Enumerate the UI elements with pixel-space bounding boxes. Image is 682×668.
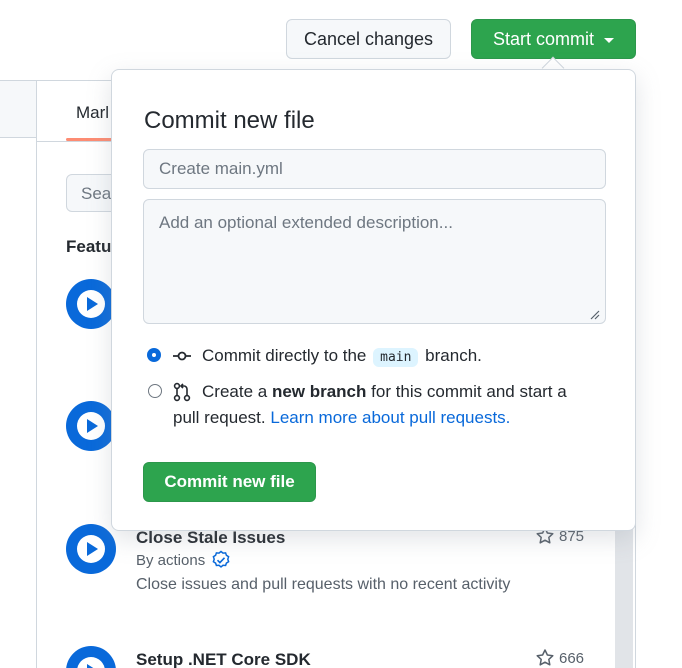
git-pull-request-icon <box>173 382 191 402</box>
learn-more-link[interactable]: Learn more about pull requests. <box>270 408 510 427</box>
git-commit-icon <box>173 351 191 361</box>
dialog-title: Commit new file <box>144 107 315 134</box>
new-branch-rest: for this commit and start a <box>371 382 567 401</box>
caret-down-icon <box>604 37 614 43</box>
tab-marketplace[interactable]: Marl <box>76 103 109 123</box>
commit-new-file-label: Commit new file <box>164 472 295 491</box>
star-count: 666 <box>559 649 585 667</box>
cancel-changes-label: Cancel changes <box>303 28 434 49</box>
action-stars: 666 <box>535 648 584 668</box>
new-branch-label-line2: pull request. Learn more about pull requ… <box>173 405 510 431</box>
action-title-link[interactable]: Close Stale Issues <box>136 528 285 548</box>
action-play-icon <box>66 279 116 329</box>
star-icon <box>536 649 554 666</box>
resize-grip-icon[interactable] <box>590 310 600 320</box>
action-title-link[interactable]: Setup .NET Core SDK <box>136 650 311 668</box>
verified-badge-icon <box>212 550 230 568</box>
new-branch-bold: new branch <box>271 382 367 401</box>
action-description: Close issues and pull requests with no r… <box>136 576 511 593</box>
new-branch-prefix: Create a <box>202 382 268 401</box>
action-play-icon <box>66 524 116 574</box>
new-branch-label[interactable]: Create a new branch for this commit and … <box>202 379 612 405</box>
commit-direct-label[interactable]: Commit directly to the main branch. <box>202 343 482 371</box>
new-branch-radio[interactable] <box>148 384 162 398</box>
pull-request-text: pull request. <box>173 408 266 427</box>
commit-description-input[interactable] <box>143 199 606 324</box>
cancel-changes-button[interactable]: Cancel changes <box>286 19 451 59</box>
branch-name-chip: main <box>373 348 419 367</box>
featured-heading: Featu <box>66 237 112 256</box>
commit-direct-suffix: branch. <box>425 346 482 365</box>
commit-dialog: Commit new file Commit directly to the m… <box>111 69 636 531</box>
commit-direct-radio[interactable] <box>148 349 160 361</box>
action-author: By actions <box>136 550 231 570</box>
action-author-label: By actions <box>136 551 206 569</box>
start-commit-label: Start commit <box>492 28 594 49</box>
action-play-icon <box>66 401 116 451</box>
commit-new-file-button[interactable]: Commit new file <box>143 462 316 502</box>
start-commit-button[interactable]: Start commit <box>471 19 636 59</box>
commit-summary-input[interactable] <box>143 149 606 189</box>
commit-direct-text: Commit directly to the <box>202 346 367 365</box>
editor-panel-edge <box>0 80 36 138</box>
